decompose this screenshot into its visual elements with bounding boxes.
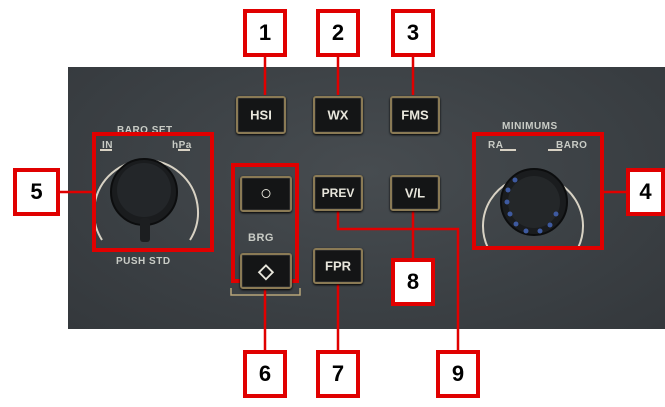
prev-button-label: PREV xyxy=(321,186,355,200)
wx-button[interactable]: WX xyxy=(313,96,363,134)
callout-6-number: 6 xyxy=(258,361,272,386)
callout-3-number: 3 xyxy=(406,20,420,45)
callout-5: 5 xyxy=(13,168,60,216)
fms-button-label: FMS xyxy=(401,107,429,123)
callout-7-number: 7 xyxy=(331,361,345,386)
callout-1: 1 xyxy=(243,9,287,57)
fpr-button-label: FPR xyxy=(325,258,351,274)
callout-2: 2 xyxy=(316,9,360,57)
vl-button-label: V/L xyxy=(404,185,426,201)
callout-8: 8 xyxy=(391,258,435,306)
baro-set-highlight xyxy=(92,132,214,252)
prev-button[interactable]: PREV xyxy=(313,175,363,211)
callout-7: 7 xyxy=(316,350,360,398)
circle-icon: ○ xyxy=(259,182,273,205)
callout-2-number: 2 xyxy=(331,20,345,45)
callout-9-number: 9 xyxy=(451,361,465,386)
hsi-button[interactable]: HSI xyxy=(236,96,286,134)
callout-9: 9 xyxy=(436,350,480,398)
diamond-icon: ◇ xyxy=(258,260,274,283)
callout-3: 3 xyxy=(391,9,435,57)
callout-4-number: 4 xyxy=(639,179,652,204)
vl-button[interactable]: V/L xyxy=(390,175,440,211)
callout-1-number: 1 xyxy=(258,20,272,45)
callout-5-number: 5 xyxy=(30,179,43,204)
fms-button[interactable]: FMS xyxy=(390,96,440,134)
brg-circle-button[interactable]: ○ xyxy=(240,176,292,212)
minimums-highlight xyxy=(472,132,604,250)
callout-6: 6 xyxy=(243,350,287,398)
fpr-button[interactable]: FPR xyxy=(313,248,363,284)
wx-button-label: WX xyxy=(327,107,349,123)
brg-diamond-button[interactable]: ◇ xyxy=(240,253,292,289)
hsi-button-label: HSI xyxy=(250,107,272,123)
callout-4: 4 xyxy=(626,168,665,216)
callout-8-number: 8 xyxy=(406,269,420,294)
